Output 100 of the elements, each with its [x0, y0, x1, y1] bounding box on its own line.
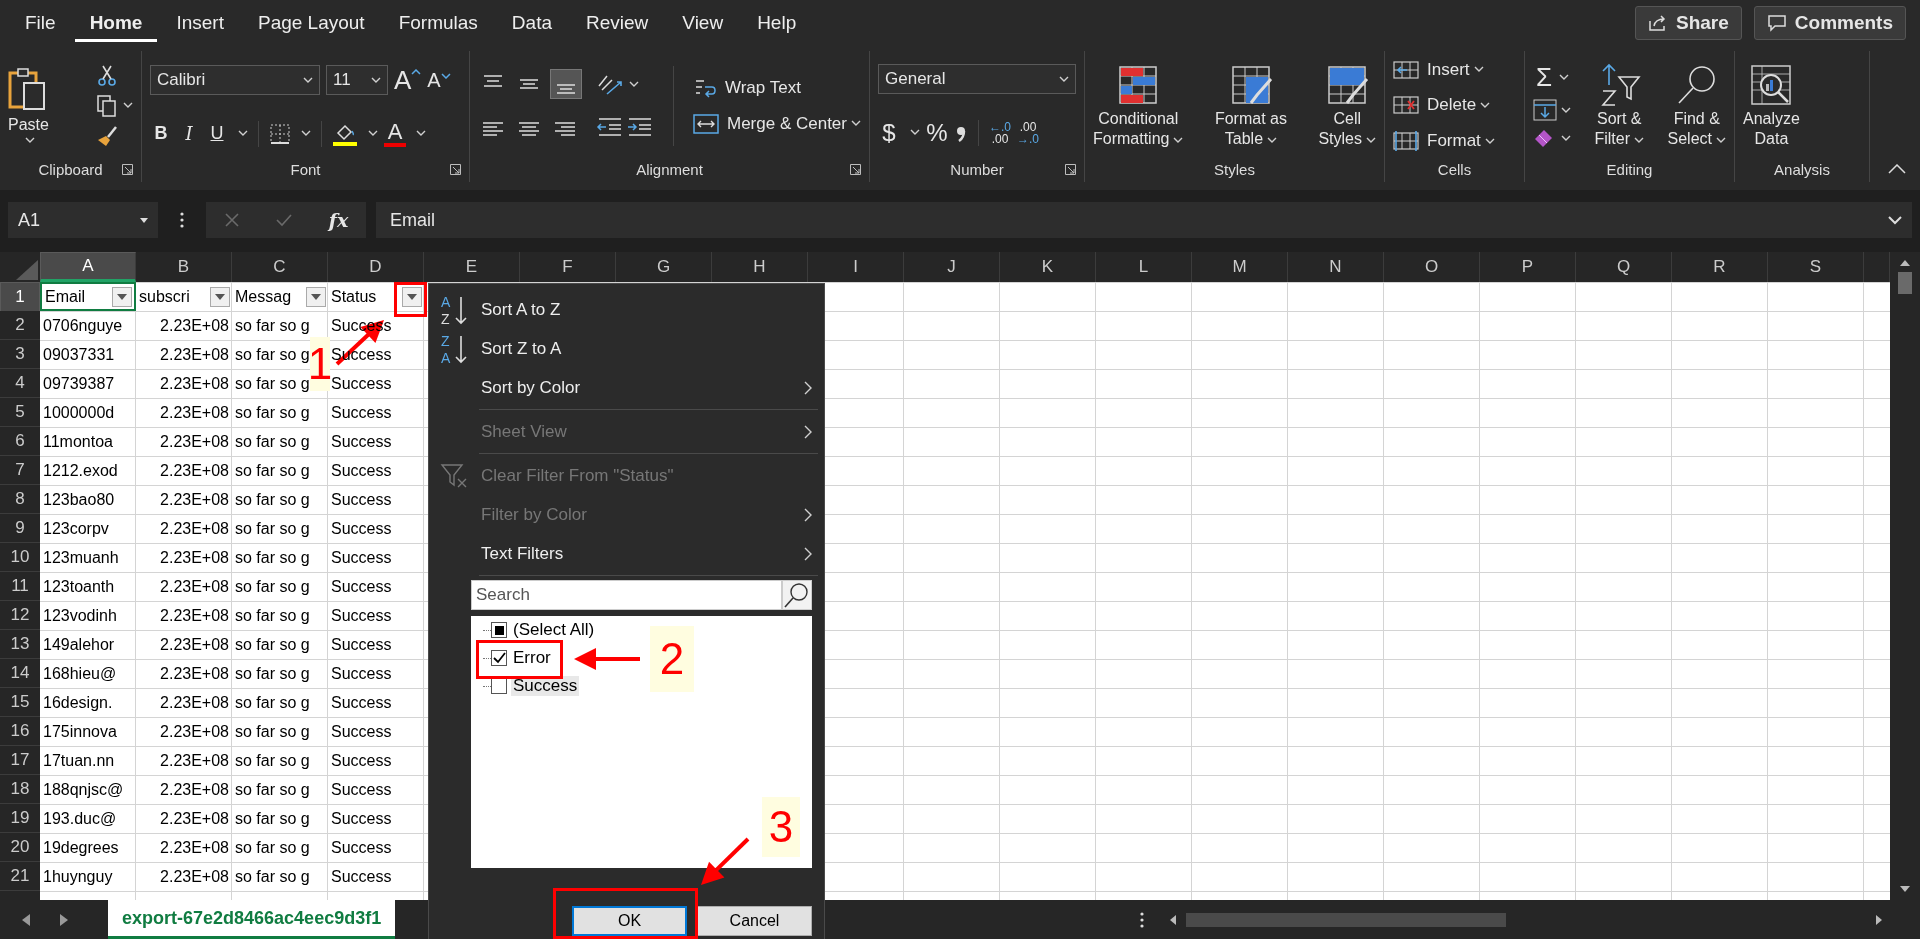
editing-button[interactable]: Sort & Filter	[1594, 62, 1645, 149]
column-header[interactable]: O	[1384, 252, 1480, 282]
sheet-tab[interactable]: export-67e2d8466ac4eec9d3f1	[108, 900, 396, 939]
column-header[interactable]: D	[328, 252, 424, 282]
share-button[interactable]: Share	[1635, 5, 1742, 40]
ribbon-tab[interactable]: Data	[496, 3, 567, 42]
row-header[interactable]: 18	[0, 775, 40, 804]
percent-button[interactable]: %	[926, 118, 948, 147]
column-header[interactable]: L	[1096, 252, 1192, 282]
more-options-icon[interactable]	[180, 212, 184, 228]
insert-function-button[interactable]: fx	[328, 209, 349, 231]
dialog-launcher-icon[interactable]	[850, 163, 861, 175]
cancel-icon[interactable]	[223, 212, 240, 228]
scroll-thumb[interactable]	[1186, 912, 1506, 927]
column-header[interactable]: K	[1000, 252, 1096, 282]
styles-button[interactable]: Conditional Formatting	[1093, 62, 1184, 149]
menu-item[interactable]: A Z Sort A to Z	[435, 290, 818, 329]
ribbon-tab[interactable]: Help	[742, 3, 812, 42]
ribbon-tab[interactable]: Insert	[161, 3, 239, 42]
row-header[interactable]: 16	[0, 717, 40, 746]
row-header[interactable]: 19	[0, 804, 40, 833]
column-header[interactable]: P	[1480, 252, 1576, 282]
scroll-down-icon[interactable]	[1900, 886, 1910, 892]
scroll-up-icon[interactable]	[1900, 260, 1910, 266]
currency-button[interactable]: $	[878, 118, 900, 147]
copy-icon[interactable]	[95, 93, 119, 118]
previous-sheet-icon[interactable]	[22, 913, 30, 926]
dialog-launcher-icon[interactable]	[1065, 163, 1076, 175]
scroll-right-icon[interactable]	[1876, 914, 1882, 925]
column-header[interactable]: R	[1672, 252, 1768, 282]
column-header[interactable]: B	[136, 252, 232, 282]
scissors-icon[interactable]	[95, 63, 119, 88]
filter-dropdown-button[interactable]	[306, 286, 326, 307]
column-header[interactable]: E	[424, 252, 520, 282]
number-format-dropdown[interactable]: General	[878, 64, 1076, 95]
comments-button[interactable]: Comments	[1753, 5, 1906, 40]
check-icon[interactable]	[275, 212, 294, 228]
search-icon[interactable]	[782, 580, 812, 610]
column-header[interactable]: H	[712, 252, 808, 282]
fill-down-icon[interactable]	[1533, 99, 1557, 121]
filter-value-label[interactable]: Error	[511, 648, 553, 668]
column-header[interactable]: G	[616, 252, 712, 282]
row-header[interactable]: 4	[0, 369, 40, 398]
align-icon[interactable]	[550, 68, 582, 99]
column-header[interactable]: N	[1288, 252, 1384, 282]
dialog-launcher-icon[interactable]	[450, 163, 461, 175]
editing-button[interactable]: Find & Select	[1667, 62, 1726, 149]
styles-button[interactable]: Format as Table	[1214, 62, 1287, 149]
column-header[interactable]: F	[520, 252, 616, 282]
row-header[interactable]: 5	[0, 398, 40, 427]
merge-center-button[interactable]: Merge & Center	[692, 112, 847, 135]
column-header[interactable]: I	[808, 252, 904, 282]
column-header[interactable]: S	[1768, 252, 1864, 282]
column-header[interactable]: A	[40, 252, 136, 282]
row-header[interactable]: 6	[0, 427, 40, 456]
checkbox[interactable]	[491, 650, 507, 666]
row-header[interactable]: 11	[0, 572, 40, 601]
menu-item[interactable]: Text Filters	[435, 534, 818, 573]
formula-input[interactable]: Email	[376, 202, 1912, 238]
bold-button[interactable]: B	[150, 123, 172, 144]
row-header[interactable]: 21	[0, 862, 40, 891]
increase-decimal-button[interactable]: ←.0 .00	[989, 120, 1011, 145]
cells-button[interactable]: Delete	[1393, 94, 1477, 117]
row-header[interactable]: 3	[0, 340, 40, 369]
dialog-button[interactable]: Cancel	[697, 906, 812, 936]
wrap-text-button[interactable]: Wrap Text	[692, 76, 861, 99]
ribbon-tab[interactable]: Review	[571, 3, 664, 42]
paste-button[interactable]: Paste	[8, 67, 49, 144]
collapse-ribbon-icon[interactable]	[1888, 164, 1906, 174]
row-header[interactable]: 8	[0, 485, 40, 514]
ribbon-tab[interactable]: File	[10, 3, 71, 42]
row-header[interactable]: 12	[0, 601, 40, 630]
dialog-button[interactable]: OK	[572, 906, 687, 936]
row-header[interactable]: 7	[0, 456, 40, 485]
grow-font-button[interactable]: A	[394, 64, 422, 96]
cells-button[interactable]: Format	[1393, 130, 1481, 153]
filter-dropdown-button[interactable]	[210, 286, 230, 307]
styles-button[interactable]: Cell Styles	[1318, 62, 1376, 149]
column-header[interactable]: C	[232, 252, 328, 282]
column-header[interactable]: J	[904, 252, 1000, 282]
underline-button[interactable]: U	[206, 123, 228, 144]
ribbon-tab[interactable]: Home	[74, 3, 158, 42]
ribbon-tab[interactable]: Formulas	[383, 3, 493, 42]
expand-icon[interactable]	[1888, 215, 1902, 225]
autosum-button[interactable]: Σ	[1533, 62, 1555, 93]
analyze-data-button[interactable]: Analyze Data	[1743, 62, 1800, 149]
row-header[interactable]: 14	[0, 659, 40, 688]
row-header[interactable]: 20	[0, 833, 40, 862]
row-header[interactable]: 1	[0, 282, 40, 312]
more-options-icon[interactable]	[1140, 911, 1144, 928]
scroll-thumb[interactable]	[1898, 272, 1912, 294]
menu-item[interactable]: Z A Sort Z to A	[435, 329, 818, 368]
row-header[interactable]: 10	[0, 543, 40, 572]
borders-icon[interactable]	[269, 122, 291, 145]
row-header[interactable]: 9	[0, 514, 40, 543]
next-sheet-icon[interactable]	[60, 913, 68, 926]
row-header[interactable]: 13	[0, 630, 40, 659]
italic-button[interactable]: I	[178, 123, 200, 144]
cells-button[interactable]: Insert	[1393, 58, 1470, 81]
font-size-dropdown[interactable]: 11	[326, 65, 388, 95]
